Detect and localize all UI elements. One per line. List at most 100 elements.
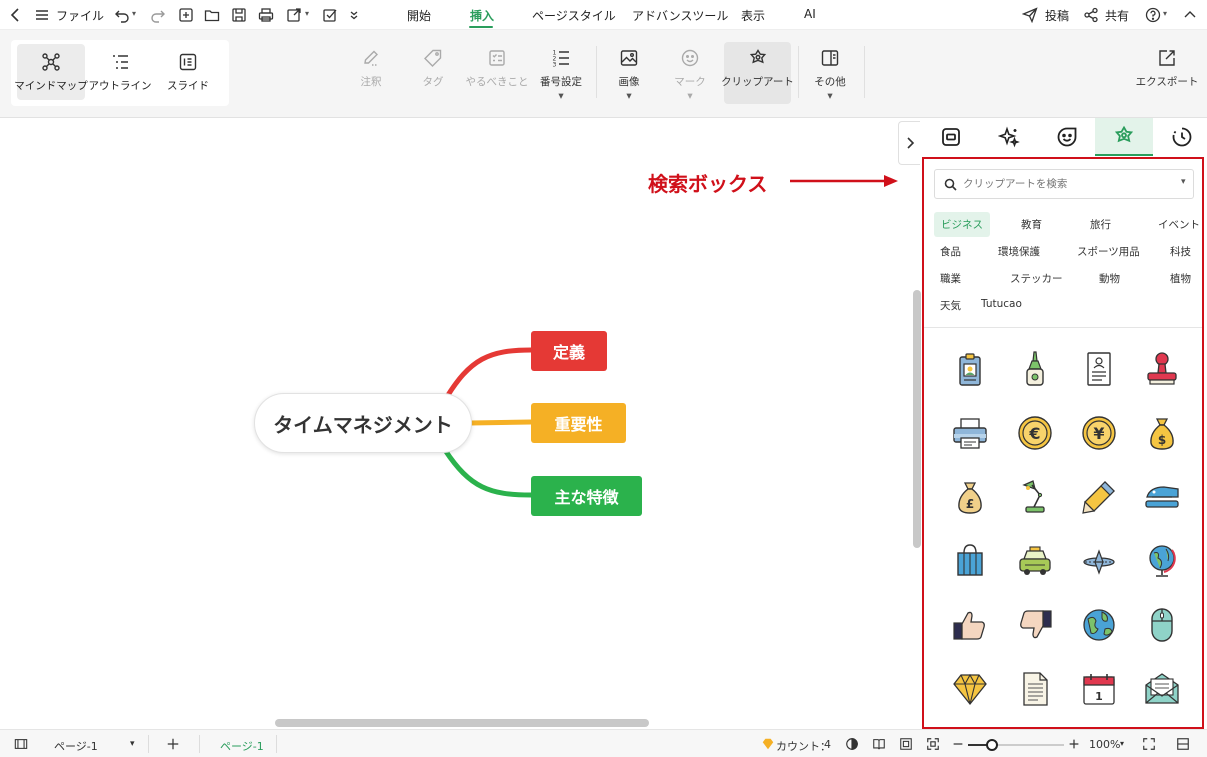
mindmap-view-button[interactable]: マインドマップ bbox=[14, 44, 88, 100]
category-education[interactable]: 教育 bbox=[1021, 217, 1042, 232]
clipart-item[interactable] bbox=[1013, 667, 1057, 711]
panel-tab-clipart[interactable] bbox=[1095, 118, 1153, 156]
category-tutucao[interactable]: Tutucao bbox=[981, 298, 1022, 310]
clipart-item[interactable]: £ bbox=[948, 475, 992, 519]
clipart-button[interactable]: クリップアート bbox=[721, 42, 794, 104]
export-file-icon[interactable] bbox=[284, 5, 304, 25]
undo-icon[interactable] bbox=[112, 5, 132, 25]
minimize-panel-icon[interactable] bbox=[1175, 736, 1191, 752]
clipart-item[interactable] bbox=[1077, 539, 1121, 583]
hamburger-menu-icon[interactable] bbox=[32, 5, 52, 25]
category-weather[interactable]: 天気 bbox=[940, 298, 961, 313]
tab-view[interactable]: 表示 bbox=[741, 7, 765, 24]
print-icon[interactable] bbox=[256, 5, 276, 25]
export-button[interactable]: エクスポート bbox=[1136, 42, 1198, 104]
category-animal[interactable]: 動物 bbox=[1099, 271, 1120, 286]
back-icon[interactable] bbox=[6, 5, 26, 25]
clipart-item[interactable]: € bbox=[1013, 411, 1057, 455]
checkbox-edit-icon[interactable] bbox=[320, 5, 340, 25]
share-icon[interactable] bbox=[1081, 5, 1101, 25]
zoom-slider-thumb[interactable] bbox=[986, 739, 998, 751]
zoom-dropdown-icon[interactable]: ▾ bbox=[1120, 739, 1124, 748]
clipart-search-box[interactable]: ▾ bbox=[934, 169, 1194, 199]
zoom-out-icon[interactable] bbox=[950, 736, 966, 752]
clipart-item[interactable] bbox=[1013, 603, 1057, 647]
image-dropdown-icon[interactable]: ▾ bbox=[626, 90, 631, 102]
tab-start[interactable]: 開始 bbox=[407, 7, 431, 24]
category-sports[interactable]: スポーツ用品 bbox=[1077, 244, 1140, 259]
mark-dropdown-icon[interactable]: ▾ bbox=[687, 90, 692, 102]
category-travel[interactable]: 旅行 bbox=[1090, 217, 1111, 232]
mark-button[interactable]: マーク ▾ bbox=[674, 42, 706, 104]
help-icon[interactable] bbox=[1143, 5, 1163, 25]
theme-icon[interactable] bbox=[844, 736, 860, 752]
slide-view-button[interactable]: スライド bbox=[155, 44, 221, 100]
clipart-item[interactable]: $ bbox=[1140, 411, 1184, 455]
vertical-scrollbar[interactable] bbox=[913, 290, 921, 548]
todo-button[interactable]: やるべきこと bbox=[466, 42, 529, 104]
clipart-item[interactable]: ¥ bbox=[1077, 411, 1121, 455]
branch-topic-importance[interactable]: 重要性 bbox=[531, 403, 626, 443]
clipart-item[interactable]: 1 bbox=[1077, 667, 1121, 711]
zoom-level[interactable]: 100% bbox=[1089, 738, 1120, 751]
panel-collapse-button[interactable] bbox=[898, 121, 920, 165]
category-sticker[interactable]: ステッカー bbox=[1010, 271, 1063, 286]
panel-tab-history[interactable] bbox=[1153, 118, 1207, 156]
clipart-item[interactable] bbox=[1077, 603, 1121, 647]
page-select[interactable]: ページ-1 ▾ bbox=[44, 734, 146, 754]
panel-tab-ai[interactable] bbox=[980, 118, 1038, 156]
open-folder-icon[interactable] bbox=[202, 5, 222, 25]
category-occupation[interactable]: 職業 bbox=[940, 271, 961, 286]
note-button[interactable]: 注釈 bbox=[356, 42, 386, 104]
category-plant[interactable]: 植物 bbox=[1170, 271, 1191, 286]
clipart-item[interactable] bbox=[1140, 667, 1184, 711]
branch-topic-features[interactable]: 主な特徴 bbox=[531, 476, 642, 516]
outline-view-button[interactable]: アウトライン bbox=[87, 44, 153, 100]
page-tab[interactable]: ページ-1 bbox=[220, 738, 264, 754]
clipart-item[interactable] bbox=[1140, 603, 1184, 647]
clipart-item[interactable] bbox=[1077, 475, 1121, 519]
add-page-icon[interactable] bbox=[165, 736, 181, 752]
clipart-item[interactable] bbox=[1077, 347, 1121, 391]
new-file-icon[interactable] bbox=[176, 5, 196, 25]
clipart-search-input[interactable] bbox=[963, 175, 1163, 193]
share-button[interactable]: 共有 bbox=[1105, 7, 1129, 24]
category-event[interactable]: イベント bbox=[1158, 217, 1200, 232]
category-business[interactable]: ビジネス bbox=[934, 212, 990, 237]
clipart-item[interactable] bbox=[1140, 347, 1184, 391]
zoom-in-icon[interactable] bbox=[1066, 736, 1082, 752]
clipart-item[interactable] bbox=[948, 667, 992, 711]
page-panel-icon[interactable] bbox=[13, 736, 29, 752]
image-button[interactable]: 画像 ▾ bbox=[614, 42, 644, 104]
clipart-item[interactable] bbox=[948, 603, 992, 647]
clipart-item[interactable] bbox=[1140, 475, 1184, 519]
export-dropdown-icon[interactable]: ▾ bbox=[305, 9, 309, 18]
fit-page-icon[interactable] bbox=[898, 736, 914, 752]
panel-tab-mark[interactable] bbox=[1038, 118, 1096, 156]
clipart-item[interactable] bbox=[1013, 347, 1057, 391]
tab-page-style[interactable]: ページスタイル bbox=[532, 7, 616, 24]
file-menu[interactable]: ファイル bbox=[56, 7, 104, 24]
mindmap-canvas[interactable]: タイムマネジメント 定義 重要性 主な特徴 検索ボックス bbox=[0, 118, 921, 728]
category-environment[interactable]: 環境保護 bbox=[998, 244, 1040, 259]
tab-advanced-tools[interactable]: アドバンスツール bbox=[632, 7, 728, 24]
panel-tab-format[interactable] bbox=[922, 118, 980, 156]
tab-ai[interactable]: AI bbox=[804, 7, 816, 21]
save-icon[interactable] bbox=[229, 5, 249, 25]
fit-screen-icon[interactable] bbox=[925, 736, 941, 752]
post-button[interactable]: 投稿 bbox=[1045, 7, 1069, 24]
undo-dropdown-icon[interactable]: ▾ bbox=[132, 9, 136, 18]
more-chevron-icon[interactable] bbox=[344, 5, 364, 25]
search-dropdown-icon[interactable]: ▾ bbox=[1181, 177, 1186, 187]
clipart-item[interactable] bbox=[1013, 475, 1057, 519]
fullscreen-icon[interactable] bbox=[1141, 736, 1157, 752]
zoom-slider-track[interactable] bbox=[968, 739, 1064, 751]
more-dropdown-icon[interactable]: ▾ bbox=[827, 90, 832, 102]
clipart-item[interactable] bbox=[1013, 539, 1057, 583]
numbering-dropdown-icon[interactable]: ▾ bbox=[558, 90, 563, 102]
help-dropdown-icon[interactable]: ▾ bbox=[1163, 9, 1167, 18]
horizontal-scrollbar[interactable] bbox=[275, 719, 649, 727]
clipart-item[interactable] bbox=[948, 347, 992, 391]
book-view-icon[interactable] bbox=[871, 736, 887, 752]
clipart-item[interactable] bbox=[948, 411, 992, 455]
